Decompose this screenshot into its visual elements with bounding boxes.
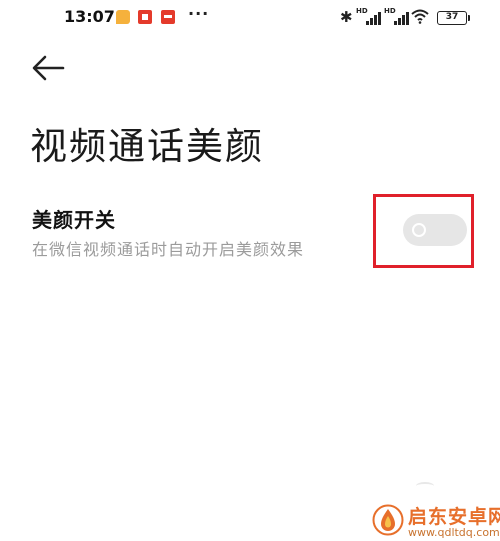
site-watermark: 启东安卓网 www.qdltdq.com: [372, 500, 500, 541]
watermark-url: www.qdltdq.com: [408, 526, 500, 539]
app-notification-icon: [161, 10, 175, 24]
signal-icon: HD: [356, 7, 381, 25]
setting-title: 美颜开关: [32, 208, 116, 232]
screen: 13:07 ··· ✱ HD HD 37 视频通话美颜 美颜开关 在微信视频通话…: [0, 0, 500, 541]
watermark-logo-icon: [372, 504, 404, 536]
beauty-toggle-switch[interactable]: [403, 214, 467, 246]
toggle-knob: [412, 223, 426, 237]
back-arrow-icon: [32, 55, 65, 81]
signal-icon: HD: [384, 7, 409, 25]
more-notifications-icon: ···: [188, 4, 210, 23]
chat-notification-icon: [116, 10, 130, 24]
watermark-name: 启东安卓网: [408, 506, 500, 528]
video-notification-icon: [138, 10, 152, 24]
setting-description: 在微信视频通话时自动开启美颜效果: [32, 240, 305, 259]
faint-mark: [416, 482, 434, 490]
wifi-icon: [411, 8, 429, 24]
status-time: 13:07: [64, 7, 115, 26]
back-button[interactable]: [30, 52, 66, 84]
battery-icon: 37: [437, 11, 470, 25]
hd-tag: HD: [384, 7, 396, 15]
bluetooth-icon: ✱: [340, 8, 353, 26]
hd-tag: HD: [356, 7, 368, 15]
page-title: 视频通话美颜: [30, 125, 264, 168]
status-bar: 13:07 ··· ✱ HD HD 37: [0, 0, 500, 36]
